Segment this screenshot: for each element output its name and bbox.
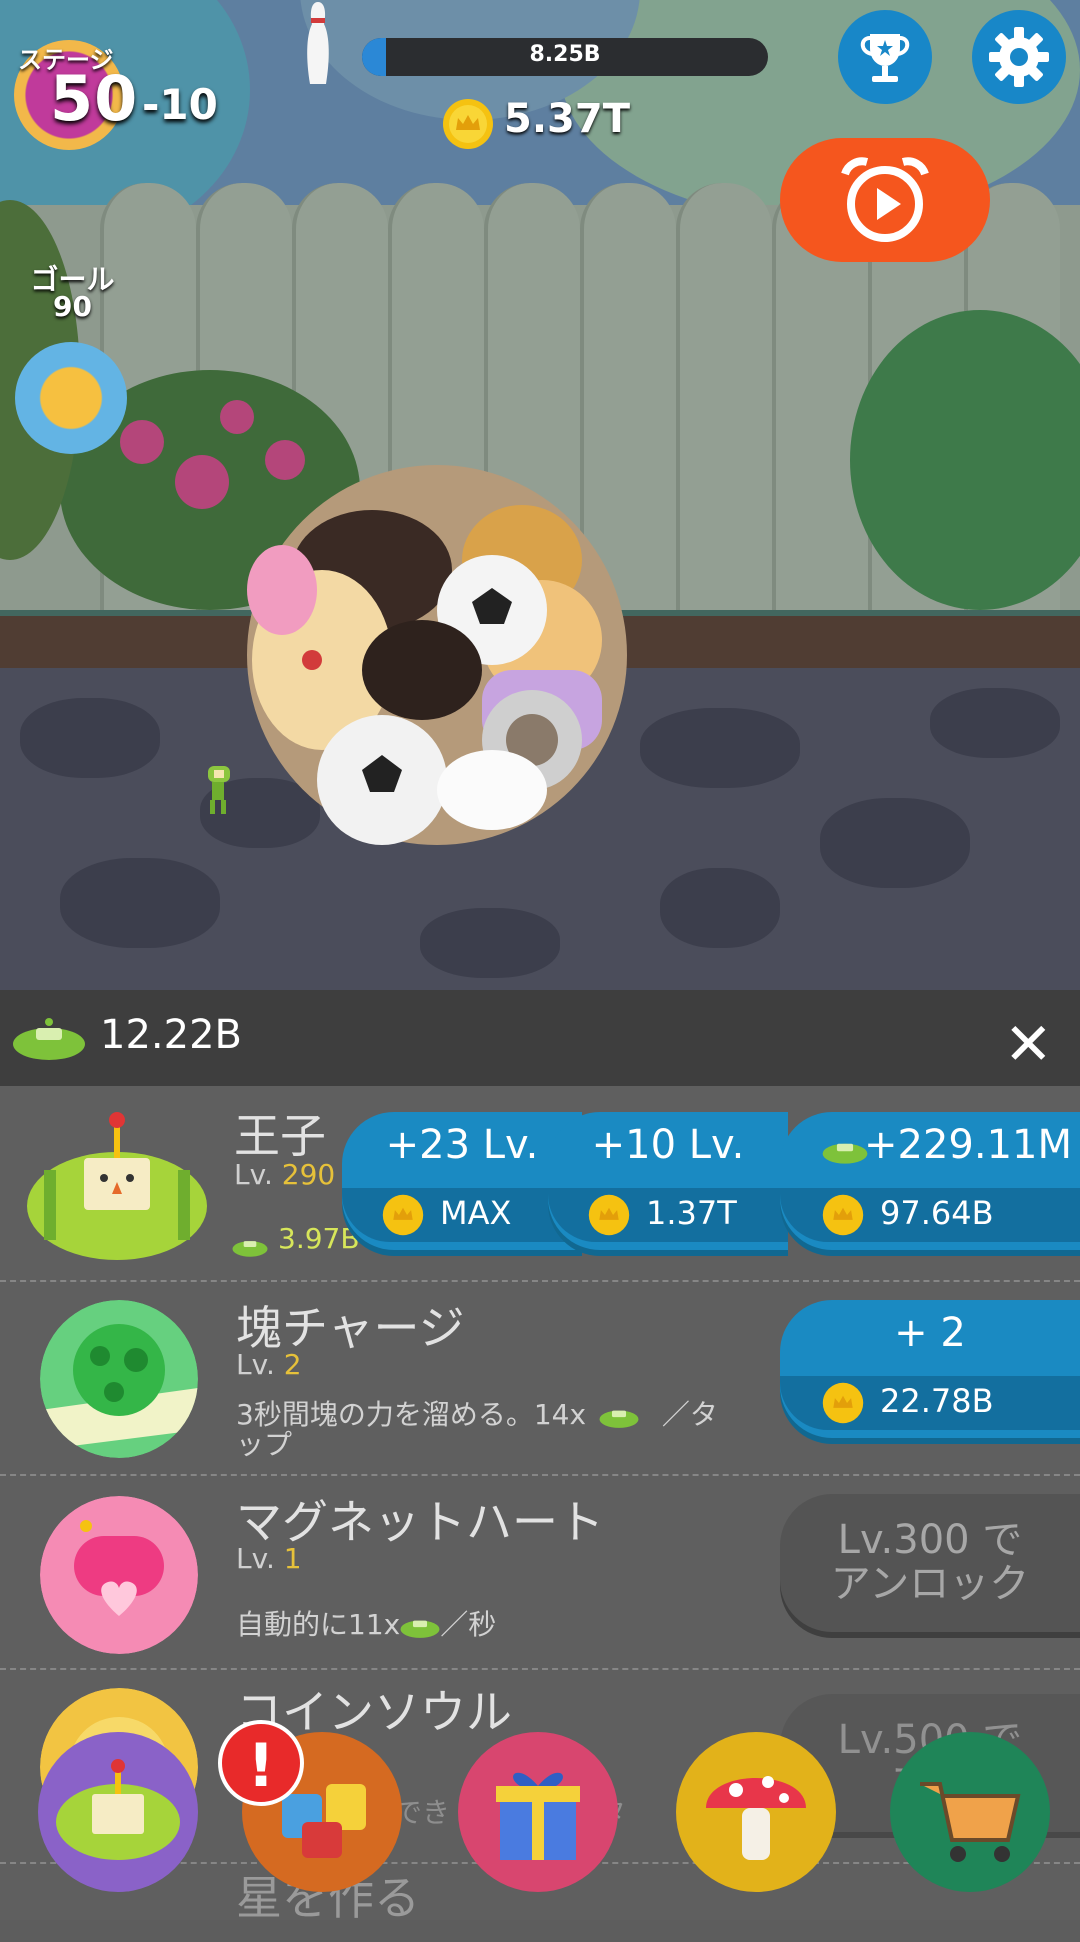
flower [175,455,229,509]
gift-nav-icon [496,1772,580,1860]
coins-total: 5.37T [504,96,630,142]
katamari-ball[interactable] [222,440,652,870]
flower [120,420,164,464]
video-bonus-button[interactable] [780,138,990,262]
buy-max-button[interactable]: +23 Lv. MAX [342,1112,582,1250]
upgrade-stat: 3.97B [278,1222,360,1255]
coin-icon [382,1194,424,1236]
prince-nav-icon [56,1759,180,1860]
rock-total: 12.22B [100,1012,242,1058]
bowling-pin-icon [307,2,329,84]
stage-number: 50 [50,62,139,135]
nav-gift-button[interactable] [458,1732,618,1892]
coin-icon [822,1194,864,1236]
rock-currency-icon [400,1620,440,1638]
upgrade-description: 自動的に11x ／秒 [236,1608,497,1641]
upgrade-row-magnet-heart: マグネットハート Lv. 1 自動的に11x ／秒 Lv.300 でアンロック [0,1474,1080,1670]
goal-katamari-icon[interactable] [15,342,127,454]
settings-button[interactable] [972,10,1066,104]
coin-icon [588,1194,630,1236]
goal-value: 90 [53,290,92,323]
rock-currency-icon [232,1241,268,1257]
prince-avatar [27,1112,207,1260]
upgrade-description: 3秒間塊の力を溜める。14x ／タ ップ [236,1398,718,1461]
gear-icon [989,27,1049,87]
mushroom-nav-icon [706,1776,806,1860]
upgrade-level: Lv. 1 [236,1542,302,1575]
nav-prince-button[interactable] [38,1732,198,1892]
buy-rock-button[interactable]: +229.11M 97.64B [780,1112,1080,1250]
shop-cart-nav-icon [920,1782,1021,1862]
magnet-heart-avatar [40,1496,198,1654]
locked-upgrade-button: Lv.300 でアンロック [780,1494,1080,1632]
alarm-play-icon [841,157,929,242]
trophy-icon [860,34,910,82]
upgrade-title: 王子 [234,1109,326,1163]
size-progress-text: 8.25B [529,42,601,67]
stage-sub-number: -10 [142,80,218,129]
upgrade-row-prince: 王子 Lv. 290 3.97B +23 Lv. MAX +10 Lv. 1.3… [0,1086,1080,1282]
upgrade-level: Lv. 290 [234,1158,336,1191]
coin-icon [443,99,493,149]
nav-shop-button[interactable] [890,1732,1050,1892]
buy-charge-button[interactable]: + 2 22.78B [780,1300,1080,1438]
flower [220,400,254,434]
close-panel-button[interactable]: ✕ [1004,1010,1053,1078]
upgrade-row-charge: 塊チャージ Lv. 2 3秒間塊の力を溜める。14x ／タ ップ + 2 22.… [0,1280,1080,1476]
buy-10-button[interactable]: +10 Lv. 1.37T [548,1112,788,1250]
coin-icon [822,1382,864,1424]
rock-currency-icon [13,1018,85,1060]
katamari-charge-avatar [40,1300,198,1458]
rock-currency-icon [599,1410,639,1428]
notification-badge: ! [218,1720,304,1806]
upgrade-level: Lv. 2 [236,1348,302,1381]
trophy-button[interactable] [838,10,932,104]
nav-mushroom-button[interactable] [676,1732,836,1892]
